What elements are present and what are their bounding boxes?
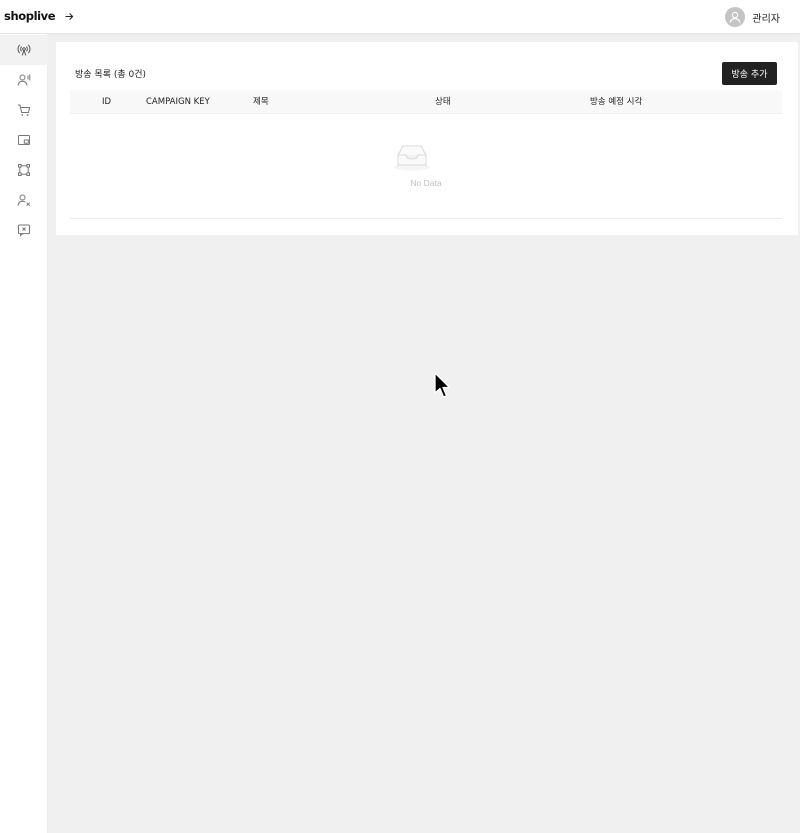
- sidebar-item-integration[interactable]: [0, 155, 48, 185]
- arrow-right-icon: [64, 12, 73, 20]
- user-menu[interactable]: 관리자: [725, 6, 780, 28]
- shoplive-logo[interactable]: shoplive: [4, 9, 56, 23]
- sidebar-item-block-user[interactable]: [0, 185, 48, 215]
- add-broadcast-button[interactable]: 방송 추가: [722, 62, 777, 85]
- top-header: shoplive 관리자: [0, 0, 800, 34]
- page-title: 방송 목록 (총 0건): [75, 70, 147, 80]
- sidebar: [0, 34, 48, 833]
- sidebar-item-block-message[interactable]: [0, 215, 48, 245]
- table-header: ID CAMPAIGN KEY 제목 상태 방송 예정 시각: [70, 90, 782, 114]
- empty-inbox-icon: [394, 145, 430, 171]
- column-header-campaign-key[interactable]: CAMPAIGN KEY: [146, 90, 210, 114]
- column-header-status[interactable]: 상태: [435, 90, 451, 114]
- column-header-id[interactable]: ID: [102, 90, 111, 114]
- broadcast-icon: [17, 44, 31, 56]
- broadcast-list-panel: 방송 목록 (총 0건) 방송 추가 ID CAMPAIGN KEY 제목 상태…: [56, 42, 798, 235]
- user-name[interactable]: 관리자: [752, 10, 780, 25]
- table-empty-state: No Data: [70, 114, 782, 219]
- sidebar-item-shopping[interactable]: [0, 95, 48, 125]
- avatar[interactable]: [725, 7, 746, 27]
- nodes-icon: [18, 164, 30, 176]
- mouse-cursor-icon: [434, 372, 451, 398]
- sidebar-item-broadcast[interactable]: [0, 35, 48, 65]
- expand-sidebar-button[interactable]: [62, 8, 76, 24]
- user-voice-icon: [17, 74, 31, 86]
- cart-icon: [18, 104, 31, 116]
- user-icon: [730, 11, 741, 23]
- user-block-icon: [17, 194, 31, 207]
- column-header-title[interactable]: 제목: [253, 90, 269, 114]
- picture-in-picture-icon: [18, 135, 30, 145]
- column-header-scheduled-time[interactable]: 방송 예정 시각: [590, 90, 642, 114]
- sidebar-item-display[interactable]: [0, 125, 48, 155]
- message-block-icon: [18, 224, 30, 237]
- empty-text: No Data: [410, 178, 442, 188]
- sidebar-item-users[interactable]: [0, 65, 48, 95]
